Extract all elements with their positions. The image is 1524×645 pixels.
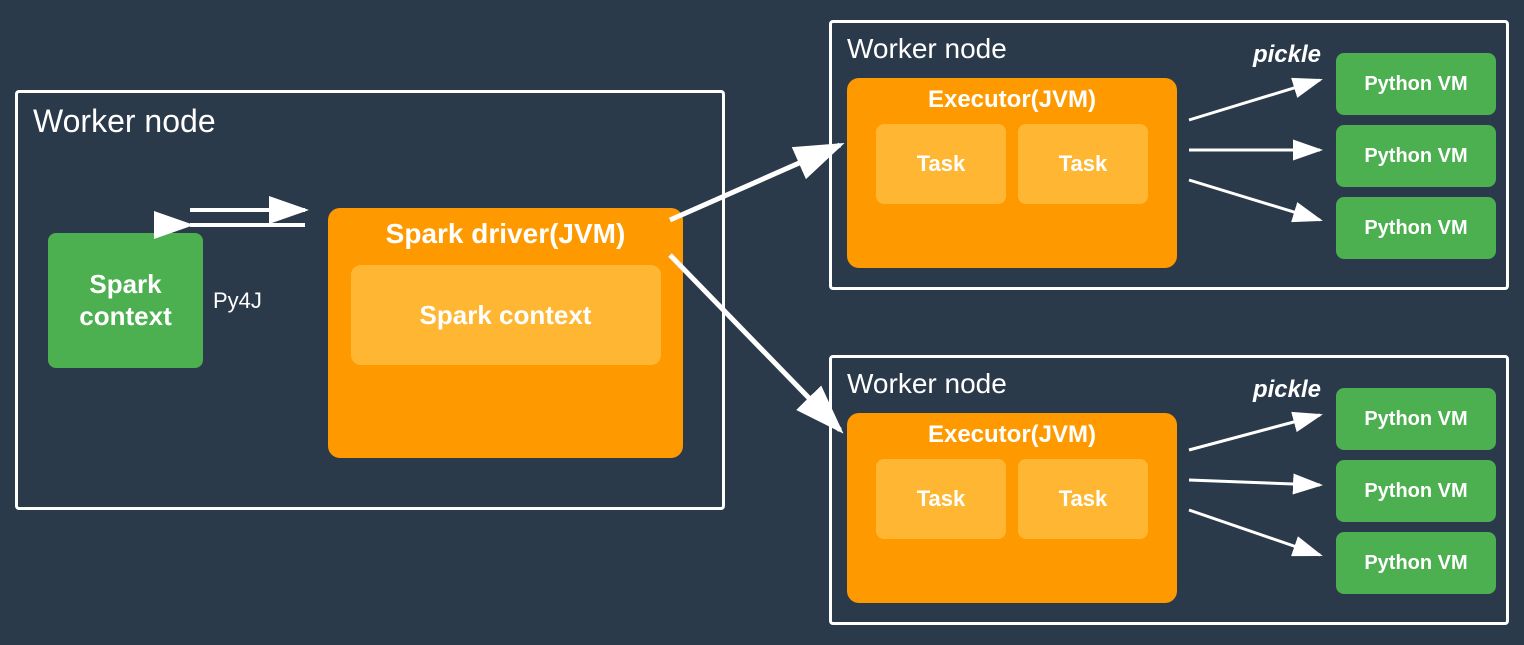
spark-context-inner-box: Spark context <box>351 265 661 365</box>
python-vm-bottom-2: Python VM <box>1336 460 1496 522</box>
spark-context-inner-label: Spark context <box>420 300 592 331</box>
diagram-container: Worker node Sparkcontext Py4J Spark driv… <box>0 0 1524 645</box>
python-vm-top-3: Python VM <box>1336 197 1496 259</box>
python-vms-bottom: Python VM Python VM Python VM <box>1336 388 1496 594</box>
tasks-row-top: Task Task <box>876 124 1148 204</box>
task-box-top-2: Task <box>1018 124 1148 204</box>
executor-box-bottom: Executor(JVM) Task Task <box>847 413 1177 603</box>
pickle-label-top: pickle <box>1253 41 1321 69</box>
task-box-top-1: Task <box>876 124 1006 204</box>
spark-driver-box: Spark driver(JVM) Spark context <box>328 208 683 458</box>
spark-driver-title: Spark driver(JVM) <box>386 218 626 250</box>
right-bottom-worker-label: Worker node <box>847 368 1007 400</box>
python-vm-top-2: Python VM <box>1336 125 1496 187</box>
python-vm-bottom-3: Python VM <box>1336 532 1496 594</box>
python-vm-bottom-1: Python VM <box>1336 388 1496 450</box>
spark-context-green-box: Sparkcontext <box>48 233 203 368</box>
right-top-worker-label: Worker node <box>847 33 1007 65</box>
worker-node-right-top: Worker node pickle Executor(JVM) Task Ta… <box>829 20 1509 290</box>
worker-node-left: Worker node Sparkcontext Py4J Spark driv… <box>15 90 725 510</box>
py4j-label: Py4J <box>213 288 262 314</box>
task-box-bottom-2: Task <box>1018 459 1148 539</box>
tasks-row-bottom: Task Task <box>876 459 1148 539</box>
spark-context-label: Sparkcontext <box>79 269 171 331</box>
python-vms-top: Python VM Python VM Python VM <box>1336 53 1496 259</box>
python-vm-top-1: Python VM <box>1336 53 1496 115</box>
executor-title-bottom: Executor(JVM) <box>928 421 1096 449</box>
task-box-bottom-1: Task <box>876 459 1006 539</box>
pickle-label-bottom: pickle <box>1253 376 1321 404</box>
worker-node-right-bottom: Worker node pickle Executor(JVM) Task Ta… <box>829 355 1509 625</box>
executor-box-top: Executor(JVM) Task Task <box>847 78 1177 268</box>
executor-title-top: Executor(JVM) <box>928 86 1096 114</box>
left-worker-node-label: Worker node <box>33 103 216 140</box>
